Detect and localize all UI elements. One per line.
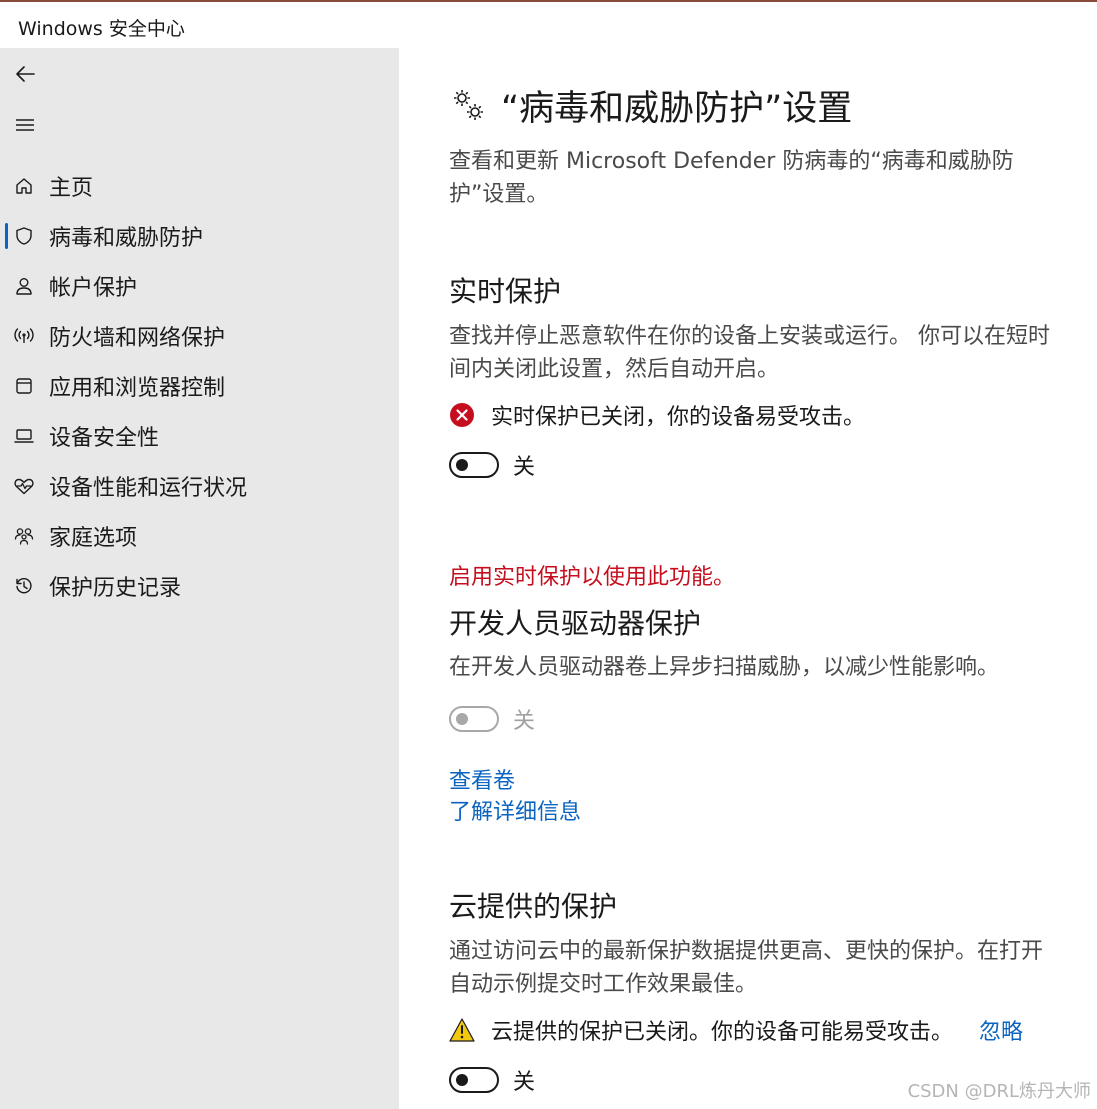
heart-pulse-icon	[13, 475, 35, 497]
sidebar-item-firewall[interactable]: 防火墙和网络保护	[0, 313, 399, 359]
sidebar-item-label: 病毒和威胁防护	[49, 226, 204, 251]
sidebar-item-protection-history[interactable]: 保护历史记录	[0, 563, 399, 609]
home-icon	[13, 175, 35, 197]
sidebar-item-family-options[interactable]: 家庭选项	[0, 513, 399, 559]
sidebar-item-device-performance[interactable]: 设备性能和运行状况	[0, 463, 399, 509]
cloud-protection-heading: 云提供的保护	[449, 890, 618, 923]
app-window-icon	[13, 375, 35, 397]
realtime-status: 实时保护已关闭，你的设备易受攻击。	[449, 399, 865, 431]
sidebar-item-label: 保护历史记录	[49, 576, 182, 601]
cloud-status: 云提供的保护已关闭。你的设备可能易受攻击。 忽略	[449, 1014, 1059, 1046]
devdrive-protection-heading: 开发人员驱动器保护	[449, 607, 702, 640]
devdrive-toggle-label: 关	[513, 709, 536, 734]
sidebar-item-label: 应用和浏览器控制	[49, 376, 226, 401]
person-icon	[13, 275, 35, 297]
realtime-protection-description: 查找并停止恶意软件在你的设备上安装或运行。 你可以在短时间内关闭此设置，然后自动…	[449, 324, 1050, 382]
toggle-knob	[456, 1074, 468, 1086]
watermark: CSDN @DRL炼丹大师	[907, 1081, 1091, 1102]
sidebar-item-label: 设备性能和运行状况	[49, 476, 248, 501]
error-icon	[450, 403, 474, 427]
realtime-toggle-label: 关	[513, 455, 536, 480]
history-icon	[13, 575, 35, 597]
view-volumes-link[interactable]: 查看卷	[449, 763, 515, 795]
dismiss-link[interactable]: 忽略	[979, 1014, 1023, 1046]
devdrive-warning-text: 启用实时保护以使用此功能。	[449, 565, 736, 590]
learn-more-link[interactable]: 了解详细信息	[449, 794, 581, 826]
sidebar-item-account-protection[interactable]: 帐户保护	[0, 263, 399, 309]
page-title: “病毒和威胁防护”设置	[501, 89, 853, 129]
realtime-toggle-row: 关	[449, 449, 535, 481]
cloud-protection-description: 通过访问云中的最新保护数据提供更高、更快的保护。在打开自动示例提交时工作效果最佳…	[449, 939, 1044, 997]
toggle-knob	[456, 713, 468, 725]
devdrive-toggle-row: 关	[449, 703, 535, 735]
laptop-icon	[13, 425, 35, 447]
cloud-status-text: 云提供的保护已关闭。你的设备可能易受攻击。	[491, 1020, 954, 1045]
hamburger-icon	[16, 119, 34, 131]
selection-indicator	[5, 223, 8, 249]
family-icon	[13, 525, 35, 547]
back-button[interactable]	[8, 57, 42, 91]
page-description: 查看和更新 Microsoft Defender 防病毒的“病毒和威胁防护”设置…	[449, 149, 1014, 207]
shield-icon	[13, 225, 35, 247]
sidebar-item-app-browser-control[interactable]: 应用和浏览器控制	[0, 363, 399, 409]
sidebar-item-label: 主页	[49, 176, 94, 201]
sidebar-item-label: 家庭选项	[49, 526, 138, 551]
sidebar-item-label: 设备安全性	[49, 426, 160, 451]
realtime-status-text: 实时保护已关闭，你的设备易受攻击。	[491, 405, 866, 430]
cloud-protection-toggle[interactable]	[449, 1067, 499, 1093]
gears-icon	[454, 89, 483, 120]
title-bar: Windows 安全中心	[0, 2, 1097, 48]
realtime-protection-heading: 实时保护	[449, 275, 562, 308]
cloud-toggle-row: 关	[449, 1064, 535, 1096]
cloud-toggle-label: 关	[513, 1070, 536, 1095]
sidebar-item-virus-protection[interactable]: 病毒和威胁防护	[0, 213, 399, 259]
warning-icon	[449, 1018, 475, 1042]
sidebar-item-device-security[interactable]: 设备安全性	[0, 413, 399, 459]
sidebar-item-label: 帐户保护	[49, 276, 138, 301]
window-title: Windows 安全中心	[18, 18, 185, 40]
devdrive-protection-toggle[interactable]	[449, 706, 499, 732]
realtime-protection-toggle[interactable]	[449, 452, 499, 478]
back-arrow-icon	[16, 66, 35, 82]
toggle-knob	[456, 459, 468, 471]
main-content: “病毒和威胁防护”设置 查看和更新 Microsoft Defender 防病毒…	[399, 48, 1097, 1109]
sidebar: 主页 病毒和威胁防护 帐户保护 防火墙和网络保护 应用和浏览器控制 设备安全性	[0, 48, 399, 1109]
page-header: “病毒和威胁防护”设置	[449, 80, 852, 131]
menu-button[interactable]	[8, 108, 42, 142]
sidebar-item-label: 防火墙和网络保护	[49, 326, 226, 351]
devdrive-protection-description: 在开发人员驱动器卷上异步扫描威胁，以减少性能影响。	[449, 655, 1000, 680]
wifi-signal-icon	[13, 325, 35, 347]
sidebar-item-home[interactable]: 主页	[0, 163, 399, 209]
